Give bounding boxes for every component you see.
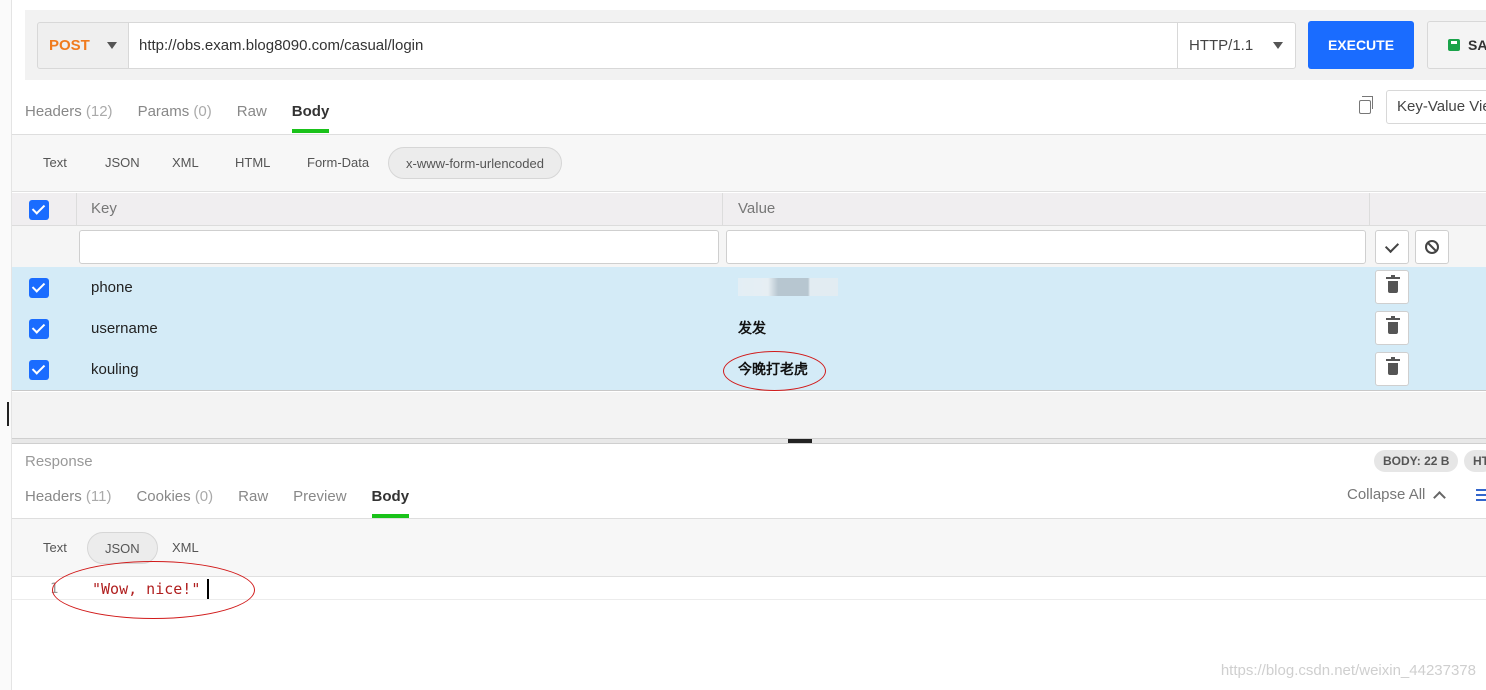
collapse-all-label: Collapse All bbox=[1347, 486, 1426, 503]
gutter-resize-mark[interactable] bbox=[7, 402, 9, 426]
watermark: https://blog.csdn.net/weixin_44237378 bbox=[1220, 662, 1476, 679]
clear-button[interactable] bbox=[1415, 230, 1449, 264]
collapse-all-button[interactable]: Collapse All bbox=[1347, 486, 1447, 504]
tab-label: Body bbox=[371, 488, 410, 505]
select-all-checkbox[interactable] bbox=[29, 200, 49, 220]
chevron-up-icon bbox=[1433, 490, 1447, 504]
ban-icon bbox=[1425, 240, 1439, 254]
row-checkbox[interactable] bbox=[29, 360, 49, 380]
tab-label: Raw bbox=[238, 488, 269, 505]
copy-icon[interactable] bbox=[1359, 96, 1373, 114]
format-text[interactable]: Text bbox=[43, 532, 67, 564]
tab-headers[interactable]: Headers (12) bbox=[25, 101, 113, 133]
format-html[interactable]: HTML bbox=[235, 147, 270, 179]
save-icon bbox=[1448, 39, 1460, 51]
response-tabs: Headers (11) Cookies (0) Raw Preview Bod… bbox=[25, 486, 434, 518]
check-icon bbox=[1384, 238, 1400, 253]
column-header-value: Value bbox=[738, 200, 776, 217]
wrap-lines-icon[interactable] bbox=[1476, 489, 1486, 501]
row-value[interactable]: 发发 bbox=[738, 308, 766, 349]
row-checkbox[interactable] bbox=[29, 319, 49, 339]
http-status-badge: HT bbox=[1464, 450, 1486, 472]
tab-label: Preview bbox=[293, 488, 347, 505]
save-label: SA bbox=[1468, 37, 1486, 53]
view-mode-select[interactable]: Key-Value Vie bbox=[1386, 90, 1486, 124]
column-separator bbox=[1369, 193, 1370, 225]
http-version-select[interactable]: HTTP/1.1 bbox=[1177, 22, 1296, 69]
trash-icon bbox=[1386, 275, 1400, 293]
trash-icon bbox=[1386, 316, 1400, 334]
format-xml[interactable]: XML bbox=[172, 532, 199, 564]
format-x-www-form-urlencoded[interactable]: x-www-form-urlencoded bbox=[388, 147, 562, 179]
left-gutter bbox=[0, 0, 12, 690]
chevron-down-icon bbox=[107, 42, 117, 49]
tab-label: Raw bbox=[236, 103, 267, 120]
pane-splitter[interactable] bbox=[12, 438, 1486, 444]
annotation-ellipse bbox=[723, 351, 826, 391]
tab-response-raw[interactable]: Raw bbox=[238, 486, 268, 518]
tab-label: Headers bbox=[25, 488, 82, 505]
new-key-input[interactable] bbox=[79, 230, 719, 264]
format-json[interactable]: JSON bbox=[87, 532, 158, 564]
column-header-key: Key bbox=[91, 200, 117, 217]
execute-button[interactable]: EXECUTE bbox=[1308, 21, 1414, 69]
delete-row-button[interactable] bbox=[1375, 270, 1409, 304]
row-key[interactable]: phone bbox=[91, 267, 133, 308]
response-label: Response bbox=[25, 453, 93, 470]
http-version-label: HTTP/1.1 bbox=[1189, 37, 1254, 54]
format-xml[interactable]: XML bbox=[172, 147, 199, 179]
tab-raw[interactable]: Raw bbox=[237, 101, 267, 133]
tab-cookies[interactable]: Cookies (0) bbox=[136, 486, 213, 518]
tab-count: (11) bbox=[85, 488, 112, 505]
confirm-button[interactable] bbox=[1375, 230, 1409, 264]
request-tabs: Headers (12) Params (0) Raw Body bbox=[25, 101, 354, 133]
tab-count: (12) bbox=[85, 103, 113, 120]
method-select[interactable]: POST bbox=[37, 22, 129, 69]
column-separator bbox=[76, 193, 77, 225]
table-row: username 发发 bbox=[12, 308, 1486, 349]
tab-response-headers[interactable]: Headers (11) bbox=[25, 486, 111, 518]
save-button[interactable]: SA bbox=[1427, 21, 1486, 69]
table-row: phone bbox=[12, 267, 1486, 308]
body-format-bar: Text JSON XML HTML Form-Data x-www-form-… bbox=[12, 135, 1486, 192]
tab-label: Body bbox=[291, 103, 330, 120]
column-separator bbox=[722, 193, 723, 225]
chevron-down-icon bbox=[1273, 42, 1283, 49]
tab-label: Headers bbox=[25, 103, 82, 120]
table-header: Key Value bbox=[12, 193, 1486, 226]
masked-value bbox=[738, 278, 838, 296]
trash-icon bbox=[1386, 357, 1400, 375]
annotation-ellipse bbox=[52, 561, 255, 619]
tab-params[interactable]: Params (0) bbox=[138, 101, 212, 133]
tab-label: Cookies bbox=[136, 488, 191, 505]
tab-count: (0) bbox=[194, 488, 214, 505]
row-checkbox[interactable] bbox=[29, 278, 49, 298]
format-json[interactable]: JSON bbox=[105, 147, 140, 179]
tab-body[interactable]: Body bbox=[291, 101, 330, 133]
delete-row-button[interactable] bbox=[1375, 352, 1409, 386]
body-size-badge: BODY: 22 B bbox=[1374, 450, 1459, 472]
format-form-data[interactable]: Form-Data bbox=[307, 147, 369, 179]
delete-row-button[interactable] bbox=[1375, 311, 1409, 345]
new-value-input[interactable] bbox=[726, 230, 1366, 264]
row-key[interactable]: kouling bbox=[91, 349, 139, 390]
tab-label: Params bbox=[137, 103, 190, 120]
url-input[interactable] bbox=[128, 22, 1178, 69]
empty-area bbox=[12, 392, 1486, 438]
tab-response-body[interactable]: Body bbox=[371, 486, 410, 518]
tab-preview[interactable]: Preview bbox=[293, 486, 346, 518]
response-format-bar: Text JSON XML bbox=[12, 519, 1486, 577]
method-label: POST bbox=[49, 37, 90, 54]
splitter-handle[interactable] bbox=[788, 439, 812, 443]
tab-count: (0) bbox=[193, 103, 212, 120]
format-text[interactable]: Text bbox=[43, 147, 67, 179]
row-key[interactable]: username bbox=[91, 308, 158, 349]
new-param-row bbox=[12, 226, 1486, 267]
